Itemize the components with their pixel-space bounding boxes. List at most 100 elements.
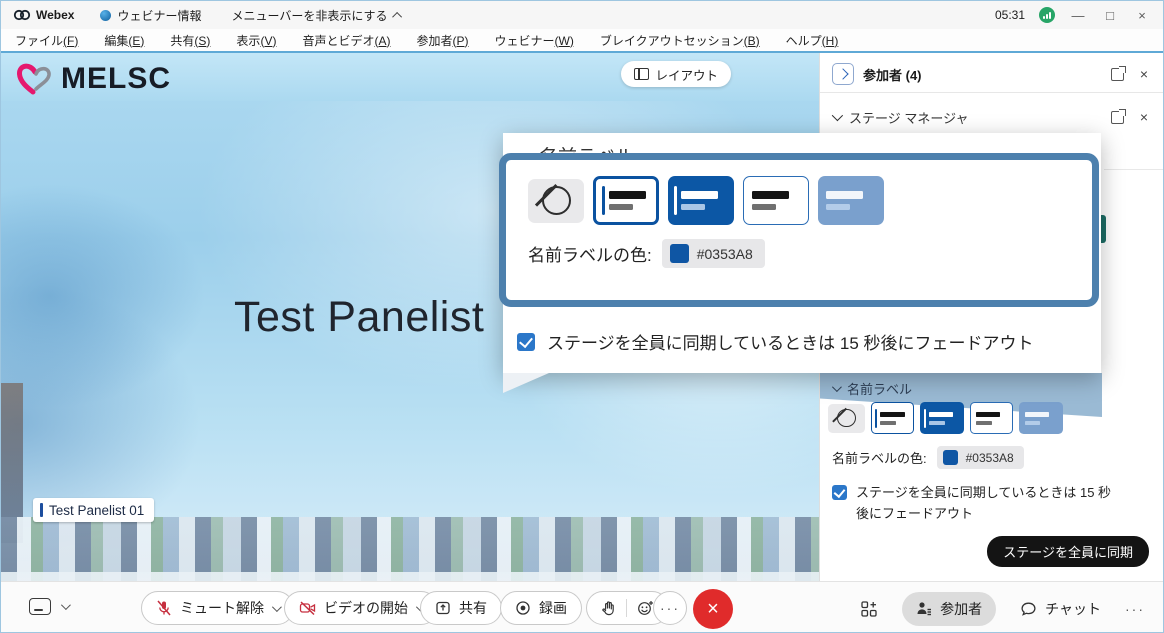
record-label: 録画 xyxy=(539,598,567,618)
panel-divider xyxy=(1104,169,1164,170)
chevron-down-icon[interactable] xyxy=(832,110,843,121)
chat-icon xyxy=(1020,601,1037,617)
layout-button-label: レイアウト xyxy=(655,65,718,84)
layout-button[interactable]: レイアウト xyxy=(621,61,731,87)
name-label-color-label: 名前ラベルの色: xyxy=(832,448,927,467)
participants-close-button[interactable]: × xyxy=(1135,65,1153,83)
leave-meeting-button[interactable]: × xyxy=(693,589,733,629)
no-label-icon xyxy=(542,186,571,215)
record-button[interactable]: 録画 xyxy=(500,591,582,625)
label-style-none-option[interactable] xyxy=(528,179,584,223)
menu-file[interactable]: ファイルF xyxy=(15,32,78,49)
session-time: 05:31 xyxy=(995,8,1025,22)
captions-icon xyxy=(29,598,51,615)
label-style-filled-option[interactable] xyxy=(920,402,964,434)
webex-window: Webex ウェビナー情報 メニューバーを非表示にする 05:31 — □ × … xyxy=(0,0,1164,633)
menu-view[interactable]: 表示V xyxy=(236,32,276,49)
label-style-outline-option[interactable] xyxy=(970,402,1014,434)
record-icon xyxy=(515,600,531,616)
share-label: 共有 xyxy=(459,598,487,618)
name-label-color-picker[interactable]: #0353A8 xyxy=(937,446,1024,469)
participants-panel-title: 参加者 (4) xyxy=(863,65,922,84)
melsc-brand-text: MELSC xyxy=(61,62,171,96)
popout-icon xyxy=(1111,68,1124,81)
menu-breakout[interactable]: ブレイクアウトセッションB xyxy=(600,32,760,49)
connection-quality-icon[interactable] xyxy=(1039,7,1055,23)
name-label-color-row: 名前ラベルの色: #0353A8 xyxy=(820,434,1164,469)
participants-icon xyxy=(916,601,932,616)
label-style-outline-option[interactable] xyxy=(743,176,809,225)
menu-edit[interactable]: 編集E xyxy=(104,32,144,49)
name-label-section-title: 名前ラベル xyxy=(847,379,912,398)
chat-label: チャット xyxy=(1045,599,1101,619)
toolbar-right-group: 参加者 チャット ··· xyxy=(860,582,1145,633)
sync-fade-checkbox[interactable] xyxy=(517,333,535,351)
stage-manager-header: ステージ マネージャ × xyxy=(820,99,1164,135)
label-style-left-bar-option-selected[interactable] xyxy=(593,176,659,225)
start-video-button[interactable]: ビデオの開始 xyxy=(284,591,438,625)
raise-hand-icon[interactable] xyxy=(601,600,616,616)
name-label-color-picker[interactable]: #0353A8 xyxy=(662,239,765,268)
maximize-button[interactable]: □ xyxy=(1101,8,1119,23)
webinar-info-label: ウェビナー情報 xyxy=(117,7,201,24)
apps-icon[interactable] xyxy=(860,600,878,618)
participant-name-label: Test Panelist 01 xyxy=(33,498,154,522)
overflow-menu-button[interactable]: ··· xyxy=(1125,601,1145,617)
stage-manager-title: ステージ マネージャ xyxy=(849,108,968,127)
chevron-down-icon xyxy=(272,602,282,612)
chat-button[interactable]: チャット xyxy=(1020,599,1101,619)
label-style-filled-option[interactable] xyxy=(668,176,734,225)
label-style-translucent-option[interactable] xyxy=(1019,402,1063,434)
minimize-button[interactable]: — xyxy=(1069,8,1087,23)
menu-webinar[interactable]: ウェビナーW xyxy=(495,32,574,49)
participants-expand-button[interactable] xyxy=(832,63,854,85)
title-bar-right: 05:31 — □ × xyxy=(995,7,1163,23)
sync-fade-checkbox[interactable] xyxy=(832,485,847,500)
more-options-button[interactable]: ··· xyxy=(653,591,687,625)
hide-menu-bar-button[interactable]: メニューバーを非表示にする xyxy=(231,7,401,24)
reactions-icon[interactable] xyxy=(637,600,654,616)
start-video-label: ビデオの開始 xyxy=(324,598,408,618)
city-skyline xyxy=(1,517,819,581)
color-hex-value: #0353A8 xyxy=(697,246,753,262)
close-icon: × xyxy=(1140,67,1148,81)
chevron-up-icon xyxy=(392,11,402,21)
captions-menu-button[interactable] xyxy=(29,598,68,615)
menu-help[interactable]: ヘルプH xyxy=(786,32,839,49)
menu-participants[interactable]: 参加者P xyxy=(416,32,468,49)
unmute-button[interactable]: ミュート解除 xyxy=(141,591,294,625)
label-style-translucent-option[interactable] xyxy=(818,176,884,225)
melsc-logo: MELSC xyxy=(15,61,171,97)
camera-off-icon xyxy=(299,600,316,616)
share-button[interactable]: 共有 xyxy=(420,591,502,625)
name-label-style-options xyxy=(820,402,1164,434)
stage-manager-close-button[interactable]: × xyxy=(1135,108,1153,126)
chevron-right-icon xyxy=(837,68,848,79)
control-toolbar: ミュート解除 ビデオの開始 共有 録画 xyxy=(1,581,1163,633)
melsc-heart-icon xyxy=(15,61,55,97)
chevron-down-icon[interactable] xyxy=(832,382,842,392)
sync-fade-row: ステージを全員に同期しているときは 15 秒後にフェードアウト xyxy=(820,469,1164,525)
webinar-info-button[interactable]: ウェビナー情報 xyxy=(100,7,201,24)
close-window-button[interactable]: × xyxy=(1133,8,1151,23)
unmute-label: ミュート解除 xyxy=(180,598,264,618)
share-icon xyxy=(435,600,451,616)
label-style-none-option[interactable] xyxy=(828,404,865,433)
no-label-icon xyxy=(837,409,856,428)
menu-bar: ファイルF 編集E 共有S 表示V 音声とビデオA 参加者P ウェビナーW ブレ… xyxy=(1,29,1163,53)
participants-popout-button[interactable] xyxy=(1108,65,1126,83)
stage-manager-popout-button[interactable] xyxy=(1108,108,1126,126)
name-label-color-label: 名前ラベルの色: xyxy=(528,241,652,266)
title-bar-left: Webex ウェビナー情報 メニューバーを非表示にする xyxy=(1,7,402,24)
chevron-down-icon xyxy=(61,600,71,610)
webex-logo-icon xyxy=(13,8,31,22)
hide-menu-bar-label: メニューバーを非表示にする xyxy=(231,7,387,24)
divider xyxy=(626,599,627,617)
menu-audio-video[interactable]: 音声とビデオA xyxy=(302,32,390,49)
participants-toggle-button[interactable]: 参加者 xyxy=(902,592,996,626)
label-style-left-bar-option-selected[interactable] xyxy=(871,402,915,434)
sync-stage-button[interactable]: ステージを全員に同期 xyxy=(987,536,1149,567)
menu-share[interactable]: 共有S xyxy=(170,32,210,49)
title-bar: Webex ウェビナー情報 メニューバーを非表示にする 05:31 — □ × xyxy=(1,1,1163,29)
name-label-style-options-zoomed xyxy=(506,160,1092,225)
